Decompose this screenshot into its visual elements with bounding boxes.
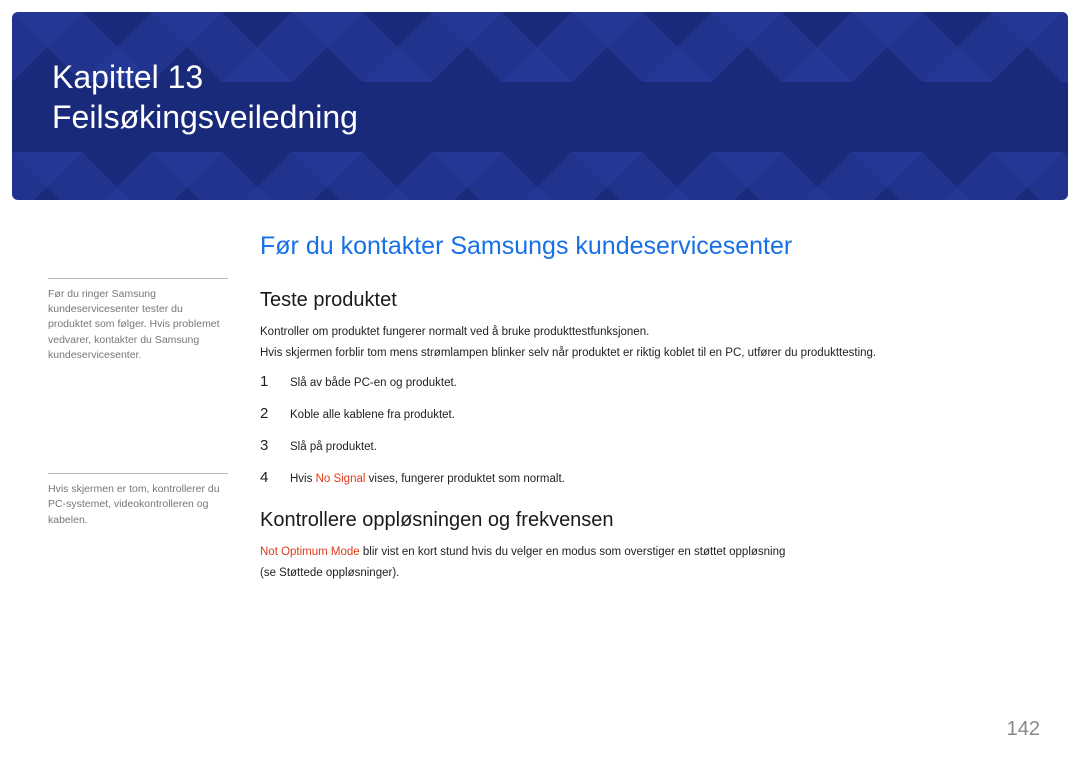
- content-area: Før du ringer Samsung kundeservicesenter…: [48, 232, 1032, 586]
- step-number: 2: [260, 405, 272, 422]
- step-text-prefix: Hvis: [290, 473, 316, 485]
- subsection-resolution: Kontrollere oppløsningen og frekvensen: [260, 509, 1032, 532]
- step-number: 1: [260, 373, 272, 390]
- step-number: 3: [260, 437, 272, 454]
- paragraph: Not Optimum Mode blir vist en kort stund…: [260, 544, 1032, 561]
- step-item: 3 Slå på produktet.: [260, 437, 1032, 455]
- not-optimum-mode-label: Not Optimum Mode: [260, 546, 360, 558]
- step-text: Slå på produktet.: [290, 439, 377, 455]
- step-text: Slå av både PC-en og produktet.: [290, 375, 457, 391]
- no-signal-label: No Signal: [316, 473, 366, 485]
- step-item: 1 Slå av både PC-en og produktet.: [260, 373, 1032, 391]
- step-list: 1 Slå av både PC-en og produktet. 2 Kobl…: [260, 373, 1032, 487]
- step-text: Koble alle kablene fra produktet.: [290, 407, 455, 423]
- main-content: Før du kontakter Samsungs kundeservicese…: [260, 232, 1032, 586]
- chapter-number: Kapittel 13: [52, 57, 1028, 97]
- chapter-hero-banner: Kapittel 13 Feilsøkingsveiledning: [12, 12, 1068, 200]
- step-number: 4: [260, 469, 272, 486]
- paragraph: Kontroller om produktet fungerer normalt…: [260, 324, 1032, 341]
- sidebar-note-1: Før du ringer Samsung kundeservicesenter…: [48, 278, 228, 363]
- sidebar-notes: Før du ringer Samsung kundeservicesenter…: [48, 232, 228, 586]
- step-item: 4 Hvis No Signal vises, fungerer produkt…: [260, 469, 1032, 487]
- paragraph-text: blir vist en kort stund hvis du velger e…: [360, 546, 786, 558]
- step-item: 2 Koble alle kablene fra produktet.: [260, 405, 1032, 423]
- sidebar-note-2: Hvis skjermen er tom, kontrollerer du PC…: [48, 473, 228, 528]
- step-text: Hvis No Signal vises, fungerer produktet…: [290, 471, 565, 487]
- subsection-test-product: Teste produktet: [260, 289, 1032, 312]
- section-title: Før du kontakter Samsungs kundeservicese…: [260, 232, 1032, 261]
- document-page: Kapittel 13 Feilsøkingsveiledning Før du…: [0, 0, 1080, 763]
- page-number: 142: [1007, 718, 1040, 741]
- paragraph: (se Støttede oppløsninger).: [260, 565, 1032, 582]
- paragraph: Hvis skjermen forblir tom mens strømlamp…: [260, 345, 1032, 362]
- step-text-suffix: vises, fungerer produktet som normalt.: [365, 473, 564, 485]
- chapter-title: Feilsøkingsveiledning: [52, 97, 1028, 137]
